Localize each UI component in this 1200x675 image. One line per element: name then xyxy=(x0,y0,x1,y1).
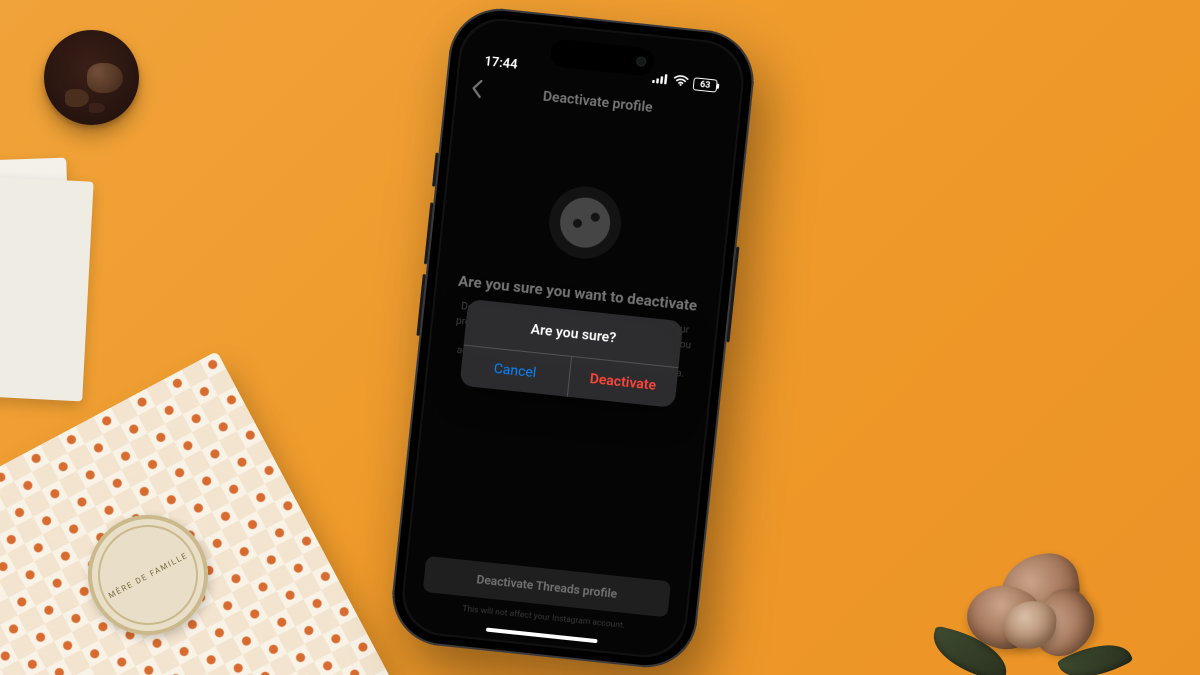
cellular-signal-icon xyxy=(652,72,669,89)
wifi-icon xyxy=(673,74,689,90)
flower-decor xyxy=(910,525,1130,675)
photo-scene: MÈRE DE FAMILLE 17:44 xyxy=(0,0,1200,675)
status-time: 17:44 xyxy=(484,54,519,72)
chocolate-decor xyxy=(44,30,139,125)
paper-decor xyxy=(0,174,94,401)
iphone-device: 17:44 63 xyxy=(387,4,758,672)
battery-indicator: 63 xyxy=(693,77,718,92)
phone-screen: 17:44 63 xyxy=(401,17,746,659)
